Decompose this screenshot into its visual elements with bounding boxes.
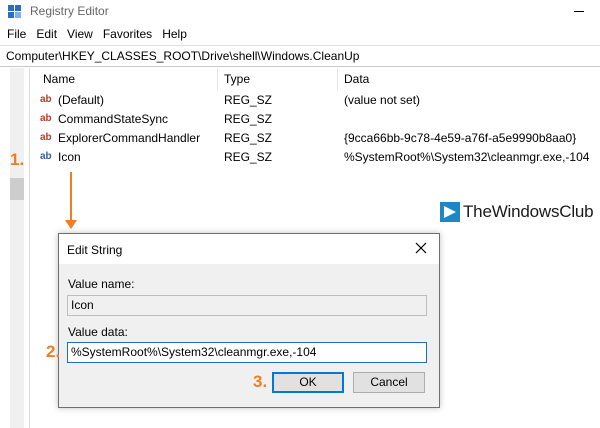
ok-button[interactable]: OK [272, 372, 344, 393]
arrow-line [70, 172, 72, 220]
string-value-icon: ab [40, 151, 52, 162]
menu-view[interactable]: View [62, 24, 98, 44]
value-name: CommandStateSync [58, 112, 169, 126]
value-data: (value not set) [344, 93, 421, 107]
step-marker-3: 3. [253, 372, 268, 391]
minimize-button[interactable] [566, 4, 596, 20]
list-item[interactable]: ab ExplorerCommandHandler REG_SZ {9cca66… [31, 129, 600, 148]
list-item[interactable]: ab CommandStateSync REG_SZ [31, 110, 600, 129]
value-name: (Default) [58, 93, 105, 107]
list-item[interactable]: ab Icon REG_SZ %SystemRoot%\System32\cle… [31, 148, 600, 167]
window-title: Registry Editor [30, 4, 109, 18]
list-item[interactable]: ab (Default) REG_SZ (value not set) [31, 91, 600, 110]
watermark: TheWindowsClub [440, 202, 594, 222]
arrow-down-icon [65, 220, 77, 229]
address-bar[interactable]: Computer\HKEY_CLASSES_ROOT\Drive\shell\W… [0, 45, 600, 67]
step-marker-1: 1. [10, 150, 25, 169]
watermark-text: TheWindowsClub [463, 202, 594, 221]
close-icon[interactable] [415, 242, 427, 254]
column-header-data[interactable]: Data [338, 68, 600, 90]
value-type: REG_SZ [224, 131, 273, 145]
dialog-title: Edit String [67, 243, 123, 257]
tree-scrollbar[interactable] [10, 68, 24, 428]
value-data-label: Value data: [68, 325, 128, 339]
value-type: REG_SZ [224, 93, 273, 107]
tree-scrollbar-thumb[interactable] [10, 178, 24, 200]
menu-help[interactable]: Help [157, 24, 192, 44]
value-data: %SystemRoot%\System32\cleanmgr.exe,-104 [344, 150, 590, 164]
title-bar: Registry Editor [0, 0, 600, 24]
menu-bar: File Edit View Favorites Help [0, 24, 600, 44]
menu-edit[interactable]: Edit [31, 24, 62, 44]
address-path[interactable]: Computer\HKEY_CLASSES_ROOT\Drive\shell\W… [6, 49, 359, 63]
step-marker-2: 2. [46, 342, 61, 361]
value-name: ExplorerCommandHandler [58, 131, 201, 145]
string-value-icon: ab [40, 132, 52, 143]
edit-string-dialog: Edit String Value name: Icon Value data:… [58, 233, 440, 408]
cancel-button[interactable]: Cancel [353, 372, 425, 393]
column-header-name[interactable]: Name [37, 68, 218, 90]
column-header-type[interactable]: Type [218, 68, 338, 90]
value-data-field[interactable]: %SystemRoot%\System32\cleanmgr.exe,-104 [67, 342, 427, 363]
string-value-icon: ab [40, 113, 52, 124]
string-value-icon: ab [40, 94, 52, 105]
value-name-label: Value name: [68, 277, 135, 291]
thewindowsclub-logo-icon [440, 202, 460, 222]
value-type: REG_SZ [224, 150, 273, 164]
dialog-body: Value name: Icon Value data: %SystemRoot… [59, 264, 439, 407]
registry-editor-icon [8, 5, 21, 18]
menu-file[interactable]: File [2, 24, 31, 44]
key-tree-pane[interactable] [0, 68, 30, 428]
value-data: {9cca66bb-9c78-4e59-a76f-a5e9990b8aa0} [344, 131, 577, 145]
value-name: Icon [58, 150, 81, 164]
value-name-field: Icon [67, 295, 427, 316]
menu-favorites[interactable]: Favorites [98, 24, 157, 44]
value-type: REG_SZ [224, 112, 273, 126]
